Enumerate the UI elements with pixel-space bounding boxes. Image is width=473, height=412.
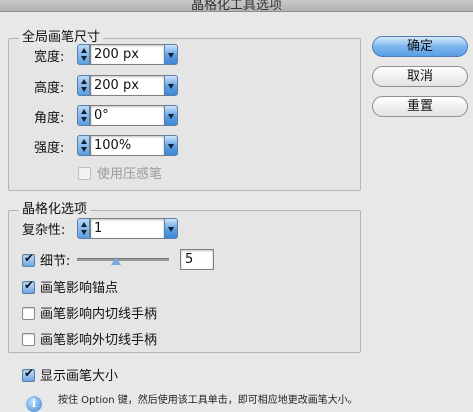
height-input[interactable]: 200 px (90, 75, 165, 96)
detail-slider-track[interactable] (77, 258, 169, 261)
complexity-dropdown-button[interactable] (164, 218, 178, 239)
width-dropdown-button[interactable] (164, 44, 178, 65)
strength-stepper[interactable] (77, 135, 90, 156)
strength-label: 强度: (34, 141, 65, 156)
brush-affects-anchors-label: 画笔影响锚点 (40, 281, 119, 296)
complexity-label: 复杂性: (22, 223, 66, 238)
show-brush-size-label: 显示画笔大小 (40, 369, 119, 384)
width-input[interactable]: 200 px (90, 44, 165, 65)
height-dropdown-button[interactable] (164, 75, 178, 96)
angle-input[interactable]: 0° (90, 105, 165, 126)
angle-stepper[interactable] (77, 105, 90, 126)
use-pressure-checkbox[interactable] (78, 167, 91, 180)
detail-slider-thumb[interactable] (111, 257, 121, 265)
strength-input[interactable]: 100% (90, 135, 165, 156)
use-pressure-label: 使用压感笔 (97, 167, 163, 182)
hint-text: 按住 Option 键，然后使用该工具单击，即可相应地更改画笔大小。 (58, 395, 358, 406)
cancel-button[interactable]: 取消 (372, 66, 468, 87)
height-stepper[interactable] (77, 75, 90, 96)
window-title: 晶格化工具选项 (190, 0, 282, 12)
brush-affects-in-tangents-checkbox[interactable] (22, 307, 35, 320)
title-bar: 晶格化工具选项 (0, 0, 473, 12)
angle-label: 角度: (34, 111, 65, 126)
strength-dropdown-button[interactable] (164, 135, 178, 156)
info-icon: i (26, 396, 42, 412)
crystallize-options-legend: 晶格化选项 (19, 201, 91, 219)
brush-affects-out-tangents-checkbox[interactable] (22, 333, 35, 346)
detail-label: 细节: (40, 254, 71, 269)
height-label: 高度: (34, 81, 65, 96)
detail-value-input[interactable]: 5 (180, 249, 214, 270)
width-stepper[interactable] (77, 44, 90, 65)
brush-affects-out-tangents-label: 画笔影响外切线手柄 (40, 333, 158, 348)
complexity-input[interactable]: 1 (90, 218, 165, 239)
reset-button[interactable]: 重置 (372, 96, 468, 117)
brush-affects-in-tangents-label: 画笔影响内切线手柄 (40, 307, 158, 322)
show-brush-size-checkbox[interactable] (22, 366, 35, 382)
angle-dropdown-button[interactable] (164, 105, 178, 126)
complexity-stepper[interactable] (77, 218, 90, 239)
brush-affects-anchors-checkbox[interactable] (22, 278, 35, 294)
ok-button[interactable]: 确定 (372, 36, 468, 57)
detail-checkbox[interactable] (22, 251, 35, 267)
width-label: 宽度: (34, 50, 65, 65)
